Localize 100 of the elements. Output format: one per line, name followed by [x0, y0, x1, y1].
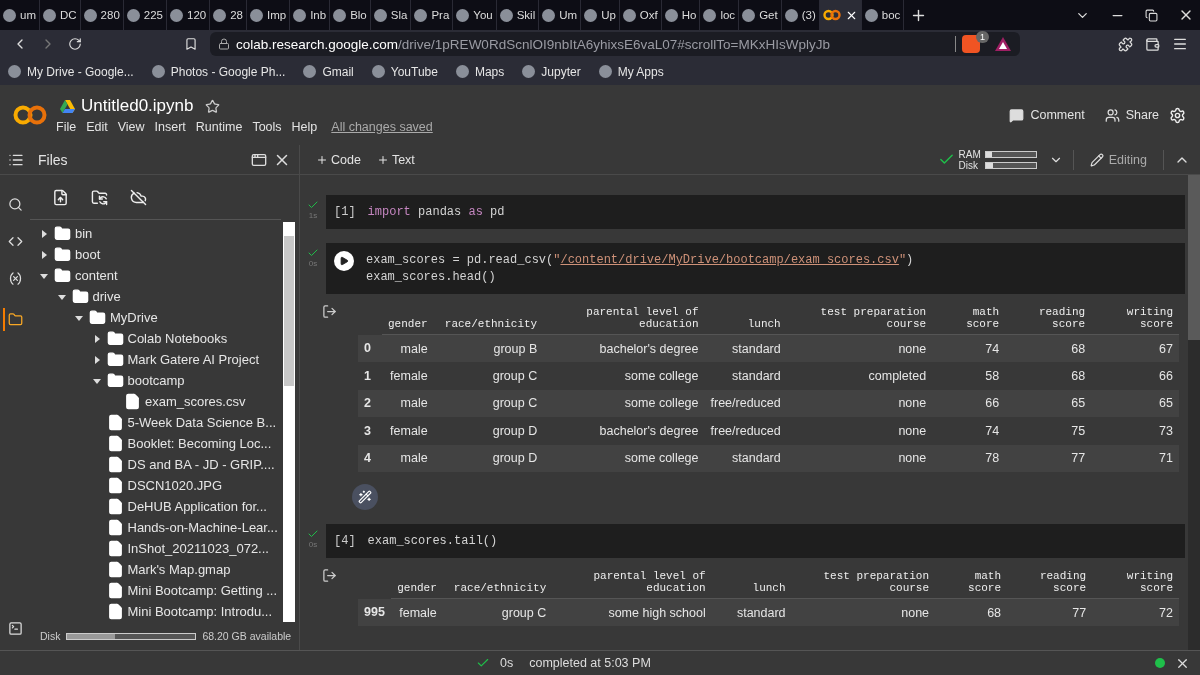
- insert-button[interactable]: Text: [370, 149, 421, 170]
- column-header: writing score: [1091, 302, 1179, 335]
- notebook-title[interactable]: Untitled0.ipynb: [81, 96, 194, 116]
- file-name[interactable]: DSCN1020.JPG: [127, 478, 223, 493]
- column-header: gender: [381, 302, 434, 335]
- file-name[interactable]: Mark Gatere AI Project: [127, 352, 259, 367]
- table-cell: none: [791, 598, 936, 626]
- table-cell: 68: [1005, 334, 1092, 362]
- execution-count: [4]: [334, 534, 356, 548]
- table-cell: 75: [1005, 417, 1092, 445]
- table-cell: some college: [543, 444, 705, 472]
- table-cell: some college: [543, 389, 705, 417]
- editing-mode-button[interactable]: Editing: [1083, 151, 1153, 168]
- table-cell: free/reduced: [704, 417, 787, 445]
- row-index: 1: [358, 362, 382, 390]
- file-name[interactable]: bootcamp: [127, 373, 185, 388]
- disk-label: Disk: [40, 630, 61, 642]
- file-name[interactable]: exam_scores.csv: [145, 394, 246, 409]
- file-name[interactable]: MyDrive: [110, 310, 158, 325]
- table-cell: standard: [711, 598, 792, 626]
- menu-item[interactable]: View: [117, 120, 145, 134]
- file-name[interactable]: InShot_20211023_072...: [127, 541, 269, 556]
- bookmark-link[interactable]: My Drive - Google...: [8, 64, 134, 79]
- count-badge: 1: [976, 31, 989, 43]
- bookmark-link[interactable]: Jupyter: [522, 64, 581, 79]
- comment-button[interactable]: Comment: [999, 103, 1095, 127]
- share-button[interactable]: Share: [1094, 103, 1169, 127]
- file-name[interactable]: Hands-on-Machine-Lear...: [127, 520, 278, 535]
- table-cell: group D: [433, 417, 544, 445]
- table-cell: none: [786, 417, 933, 445]
- file-name[interactable]: DS and BA - JD - GRIP....: [127, 457, 275, 472]
- file-name[interactable]: Mini Bootcamp: Introdu...: [127, 604, 272, 619]
- file-name[interactable]: Colab Notebooks: [127, 331, 228, 346]
- menu-item[interactable]: Help: [291, 120, 318, 134]
- table-cell: completed: [786, 362, 933, 390]
- column-header: race/ethnicity: [433, 302, 544, 335]
- menu-item[interactable]: Edit: [86, 120, 108, 134]
- menu-item[interactable]: Tools: [252, 120, 282, 134]
- run-time: 0s: [500, 656, 514, 670]
- insert-button[interactable]: Code: [310, 149, 367, 170]
- menu-item[interactable]: Runtime: [195, 120, 243, 134]
- menu-item[interactable]: Insert: [154, 120, 186, 134]
- bookmark-link[interactable]: Gmail: [303, 64, 354, 79]
- table-cell: 66: [932, 389, 1006, 417]
- file-name[interactable]: bin: [75, 226, 93, 241]
- row-index: 0: [358, 334, 382, 362]
- panel-title: Files: [38, 151, 68, 168]
- column-header: math score: [935, 566, 1008, 599]
- table-cell: standard: [704, 362, 787, 390]
- save-status-link[interactable]: All changes saved: [331, 120, 433, 134]
- file-name[interactable]: 5-Week Data Science B...: [127, 415, 277, 430]
- disk-available: 68.20 GB available: [202, 630, 292, 642]
- file-link[interactable]: /content/drive/MyDrive/bootcamp/exam_scores.csv: [560, 253, 899, 267]
- table-cell: female: [390, 598, 443, 626]
- table-cell: group C: [433, 362, 544, 390]
- table-cell: 65: [1005, 389, 1092, 417]
- file-name[interactable]: DeHUB Application for...: [127, 499, 267, 514]
- table-cell: 77: [1005, 444, 1092, 472]
- row-index: 995: [358, 598, 391, 626]
- column-header: lunch: [704, 302, 787, 335]
- column-header: race/ethnicity: [442, 566, 553, 599]
- table-cell: group D: [433, 444, 544, 472]
- table-cell: male: [381, 444, 434, 472]
- table-cell: none: [786, 389, 933, 417]
- code-line: exam_scores = pd.read_csv("/content/drive/MyDrive/bootcamp/exam_scores.csv"): [366, 253, 914, 267]
- table-cell: 74: [932, 417, 1006, 445]
- status-message: completed at 5:03 PM: [529, 656, 651, 670]
- bookmark-link[interactable]: YouTube: [371, 64, 438, 79]
- execution-count: [1]: [334, 205, 356, 219]
- bookmark-link[interactable]: My Apps: [598, 64, 664, 79]
- table-cell: group C: [433, 389, 544, 417]
- file-name[interactable]: content: [75, 268, 118, 283]
- code-line: import pandas as pd: [367, 205, 505, 219]
- table-cell: 68: [935, 598, 1008, 626]
- file-name[interactable]: Mark's Map.gmap: [127, 562, 231, 577]
- column-header: reading score: [1005, 302, 1092, 335]
- table-cell: some college: [543, 362, 705, 390]
- table-cell: 78: [932, 444, 1006, 472]
- column-header: writing score: [1092, 566, 1179, 599]
- address-field[interactable]: colab.research.google.com/drive/1pREW0RdScnlOI9nbItA6yhixsE6vaL07#scrollTo=MKxHIsWplyJb 1: [210, 32, 1020, 56]
- code-line: exam_scores.head(): [366, 270, 497, 284]
- resource-meter[interactable]: RAM Disk: [958, 148, 1037, 171]
- column-header: lunch: [711, 566, 792, 599]
- table-cell: 73: [1091, 417, 1179, 445]
- table-cell: 58: [932, 362, 1006, 390]
- table-cell: group B: [433, 334, 544, 362]
- table-cell: 77: [1007, 598, 1093, 626]
- menu-item[interactable]: File: [56, 120, 77, 134]
- file-name[interactable]: boot: [75, 247, 101, 262]
- bookmark-link[interactable]: Photos - Google Ph...: [151, 64, 286, 79]
- table-cell: some high school: [552, 598, 712, 626]
- table-cell: 65: [1091, 389, 1179, 417]
- table-cell: 74: [932, 334, 1006, 362]
- row-index: 2: [358, 389, 382, 417]
- file-name[interactable]: Mini Bootcamp: Getting ...: [127, 583, 278, 598]
- table-cell: standard: [704, 334, 787, 362]
- bookmark-link[interactable]: Maps: [455, 64, 505, 79]
- file-name[interactable]: Booklet: Becoming Loc...: [127, 436, 272, 451]
- file-name[interactable]: drive: [92, 289, 121, 304]
- table-cell: bachelor's degree: [543, 417, 705, 445]
